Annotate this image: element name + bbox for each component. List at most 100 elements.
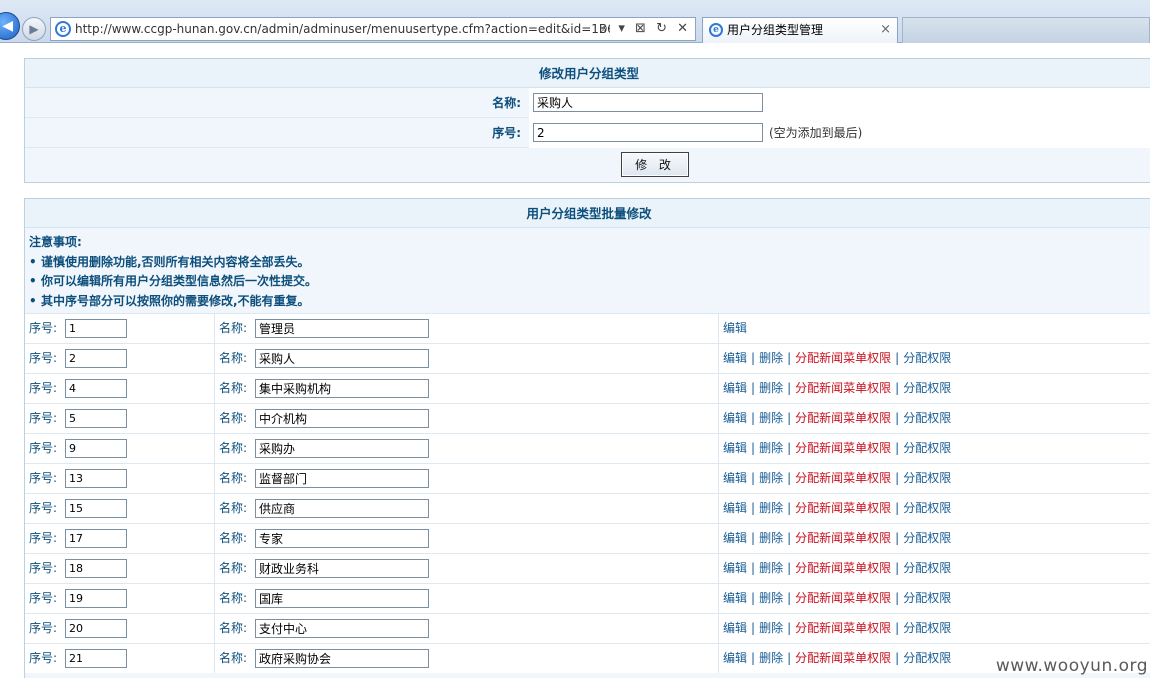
note-item: 你可以编辑所有用户分组类型信息然后一次性提交。 (29, 272, 1149, 292)
assign-news-menu-permission-link[interactable]: 分配新闻菜单权限 (795, 651, 891, 665)
assign-permission-link[interactable]: 分配权限 (903, 441, 951, 455)
row-seq-input[interactable] (65, 439, 127, 458)
edit-link[interactable]: 编辑 (723, 501, 747, 515)
name-row: 名称: (25, 88, 1150, 118)
row-seq-input[interactable] (65, 529, 127, 548)
row-seq-input[interactable] (65, 409, 127, 428)
seq-cell: 序号: (25, 404, 215, 433)
action-separator: | (787, 441, 792, 455)
seq-cell: 序号: (25, 434, 215, 463)
row-name-input[interactable] (255, 319, 429, 338)
assign-permission-link[interactable]: 分配权限 (903, 351, 951, 365)
delete-link[interactable]: 删除 (759, 591, 783, 605)
delete-link[interactable]: 删除 (759, 621, 783, 635)
assign-permission-link[interactable]: 分配权限 (903, 651, 951, 665)
actions-cell: 编辑 | 删除 | 分配新闻菜单权限 | 分配权限 (719, 554, 1150, 583)
actions-cell: 编辑 | 删除 | 分配新闻菜单权限 | 分配权限 (719, 494, 1150, 523)
assign-permission-link[interactable]: 分配权限 (903, 501, 951, 515)
row-seq-input[interactable] (65, 559, 127, 578)
delete-link[interactable]: 删除 (759, 381, 783, 395)
delete-link[interactable]: 删除 (759, 441, 783, 455)
assign-news-menu-permission-link[interactable]: 分配新闻菜单权限 (795, 381, 891, 395)
address-bar[interactable]: e http://www.ccgp-hunan.gov.cn/admin/adm… (50, 17, 696, 41)
row-name-input[interactable] (255, 649, 429, 668)
name-cell: 名称: (215, 344, 719, 373)
assign-permission-link[interactable]: 分配权限 (903, 381, 951, 395)
action-separator: | (895, 561, 900, 575)
row-name-input[interactable] (255, 409, 429, 428)
row-seq-input[interactable] (65, 619, 127, 638)
name-input[interactable] (533, 93, 763, 112)
assign-permission-link[interactable]: 分配权限 (903, 561, 951, 575)
row-name-input[interactable] (255, 379, 429, 398)
edit-link[interactable]: 编辑 (723, 531, 747, 545)
assign-news-menu-permission-link[interactable]: 分配新闻菜单权限 (795, 441, 891, 455)
modify-button[interactable]: 修 改 (621, 152, 689, 177)
edit-link[interactable]: 编辑 (723, 651, 747, 665)
row-name-input[interactable] (255, 499, 429, 518)
row-name-label: 名称: (219, 651, 248, 665)
row-name-input[interactable] (255, 589, 429, 608)
assign-news-menu-permission-link[interactable]: 分配新闻菜单权限 (795, 591, 891, 605)
assign-news-menu-permission-link[interactable]: 分配新闻菜单权限 (795, 411, 891, 425)
row-seq-input[interactable] (65, 379, 127, 398)
row-name-label: 名称: (219, 411, 248, 425)
delete-link[interactable]: 删除 (759, 531, 783, 545)
row-name-input[interactable] (255, 439, 429, 458)
row-seq-input[interactable] (65, 499, 127, 518)
edit-link[interactable]: 编辑 (723, 321, 747, 335)
name-cell: 名称: (215, 374, 719, 403)
forward-arrow-icon[interactable]: ▶ (22, 17, 46, 41)
address-url[interactable]: http://www.ccgp-hunan.gov.cn/admin/admin… (75, 18, 610, 40)
edit-link[interactable]: 编辑 (723, 441, 747, 455)
row-seq-input[interactable] (65, 319, 127, 338)
assign-news-menu-permission-link[interactable]: 分配新闻菜单权限 (795, 531, 891, 545)
back-arrow-icon[interactable]: ◀ (0, 12, 20, 40)
assign-permission-link[interactable]: 分配权限 (903, 591, 951, 605)
edit-link[interactable]: 编辑 (723, 621, 747, 635)
row-name-label: 名称: (219, 591, 248, 605)
delete-link[interactable]: 删除 (759, 351, 783, 365)
edit-link[interactable]: 编辑 (723, 351, 747, 365)
row-name-input[interactable] (255, 559, 429, 578)
edit-link[interactable]: 编辑 (723, 381, 747, 395)
row-name-input[interactable] (255, 469, 429, 488)
assign-news-menu-permission-link[interactable]: 分配新闻菜单权限 (795, 351, 891, 365)
delete-link[interactable]: 删除 (759, 471, 783, 485)
edit-link[interactable]: 编辑 (723, 471, 747, 485)
row-seq-input[interactable] (65, 649, 127, 668)
row-name-label: 名称: (219, 501, 248, 515)
assign-news-menu-permission-link[interactable]: 分配新闻菜单权限 (795, 561, 891, 575)
row-seq-input[interactable] (65, 589, 127, 608)
delete-link[interactable]: 删除 (759, 411, 783, 425)
assign-permission-link[interactable]: 分配权限 (903, 531, 951, 545)
assign-permission-link[interactable]: 分配权限 (903, 411, 951, 425)
assign-news-menu-permission-link[interactable]: 分配新闻菜单权限 (795, 621, 891, 635)
name-cell: 名称: (215, 584, 719, 613)
seq-input[interactable] (533, 123, 763, 142)
row-seq-input[interactable] (65, 349, 127, 368)
tab-new[interactable] (902, 17, 1150, 43)
row-seq-input[interactable] (65, 469, 127, 488)
notes-block: 注意事项: 谨慎使用删除功能,否则所有相关内容将全部丢失。 你可以编辑所有用户分… (25, 228, 1150, 314)
edit-link[interactable]: 编辑 (723, 411, 747, 425)
tab-active[interactable]: e 用户分组类型管理 × (702, 17, 898, 43)
name-cell: 名称: (215, 404, 719, 433)
seq-cell: 序号: (25, 464, 215, 493)
delete-link[interactable]: 删除 (759, 561, 783, 575)
assign-permission-link[interactable]: 分配权限 (903, 621, 951, 635)
edit-link[interactable]: 编辑 (723, 591, 747, 605)
delete-link[interactable]: 删除 (759, 651, 783, 665)
tab-close-icon[interactable]: × (880, 18, 891, 42)
row-name-input[interactable] (255, 349, 429, 368)
assign-permission-link[interactable]: 分配权限 (903, 471, 951, 485)
delete-link[interactable]: 删除 (759, 501, 783, 515)
row-name-input[interactable] (255, 619, 429, 638)
assign-news-menu-permission-link[interactable]: 分配新闻菜单权限 (795, 471, 891, 485)
assign-news-menu-permission-link[interactable]: 分配新闻菜单权限 (795, 501, 891, 515)
row-name-input[interactable] (255, 529, 429, 548)
edit-link[interactable]: 编辑 (723, 561, 747, 575)
actions-cell: 编辑 | 删除 | 分配新闻菜单权限 | 分配权限 (719, 374, 1150, 403)
action-separator: | (787, 501, 792, 515)
address-tools-icons[interactable]: ⌕ ▾ ⊠ ↻ ✕ (601, 18, 691, 40)
